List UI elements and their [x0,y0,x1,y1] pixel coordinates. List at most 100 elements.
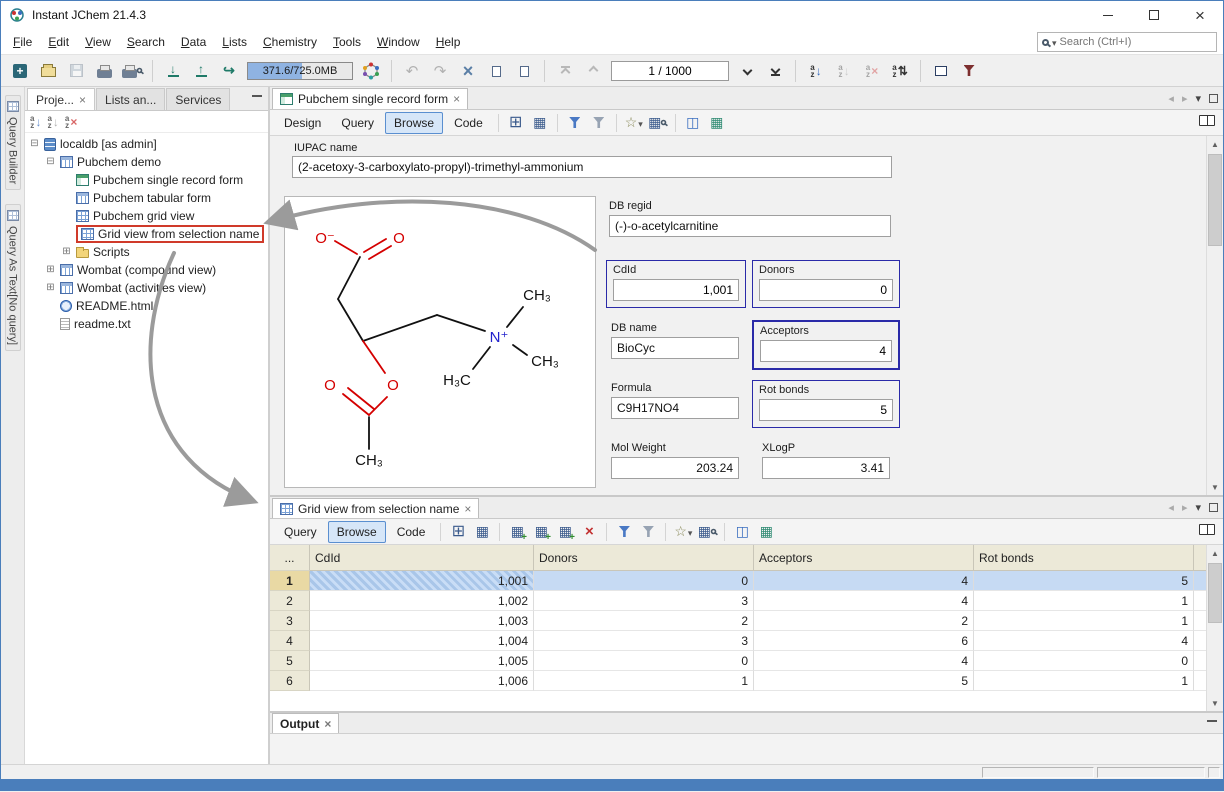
first-record-button[interactable] [552,59,578,83]
show-table-button[interactable] [529,112,551,134]
query-builder-vtab[interactable]: Query Builder [5,95,21,190]
record-position-field[interactable] [611,61,729,81]
scroll-up-icon[interactable] [1207,136,1223,152]
add-row-copy-button[interactable] [530,521,552,543]
new-view-button[interactable] [505,112,527,134]
collapse-expander-icon[interactable] [29,139,40,149]
structure-button[interactable] [358,59,384,83]
grid-cell[interactable]: 4 [754,571,974,591]
grid-cell[interactable]: 4 [754,591,974,611]
memory-indicator[interactable]: 371.6/725.0MB [247,62,353,80]
structure-field[interactable]: O⁻ O N⁺ CH₃ CH₃ H₃C O O CH₃ [284,196,596,488]
maximize-button[interactable] [1131,1,1177,29]
widgets-view-button[interactable] [706,112,728,134]
menu-tools[interactable]: Tools [325,31,369,53]
print-preview-button[interactable] [119,59,145,83]
form-scrollbar[interactable] [1206,136,1223,495]
sort-off-button[interactable] [65,115,77,129]
find-in-view-button[interactable] [696,521,718,543]
tree-item-wombat-activities-view[interactable]: Wombat (activities view) [25,279,268,297]
expand-expander-icon[interactable] [45,283,56,293]
undo-button[interactable] [399,59,425,83]
grid-cell[interactable]: 2 [754,611,974,631]
import-button[interactable] [160,59,186,83]
row-header[interactable]: 1 [270,571,310,591]
widgets-view-button[interactable] [755,521,777,543]
mode-code-button[interactable]: Code [445,112,492,134]
cdid-field[interactable] [613,279,739,301]
menu-edit[interactable]: Edit [40,31,77,53]
tree-item-grid-view-from-selection-name[interactable]: Grid view from selection name [25,225,268,243]
chevron-down-icon[interactable] [1052,35,1057,49]
resize-grip[interactable] [1208,767,1220,778]
grid-cell[interactable]: 1,002 [310,591,534,611]
menu-chemistry[interactable]: Chemistry [255,31,325,53]
scroll-tabs-right-icon[interactable] [1182,91,1188,105]
schema-sync-button[interactable] [216,59,242,83]
grid-cell[interactable]: 2 [534,611,754,631]
menu-help[interactable]: Help [428,31,469,53]
tree-item-pubchem-single-record-form[interactable]: Pubchem single record form [25,171,268,189]
scroll-down-icon[interactable] [1207,695,1223,711]
mode-query-button[interactable]: Query [332,112,383,134]
scroll-tabs-right-icon[interactable] [1182,500,1188,514]
filter-button[interactable] [956,59,982,83]
grid-cell[interactable]: 1,003 [310,611,534,631]
grid-cell[interactable]: 5 [754,671,974,691]
column-header-donors[interactable]: Donors [534,545,754,571]
db-name-field[interactable] [611,337,739,359]
table-corner-button[interactable]: ... [270,545,310,571]
search-box[interactable] [1037,32,1217,52]
show-table-button[interactable] [471,521,493,543]
add-row-button[interactable] [506,521,528,543]
tree-item-wombat-compound-view[interactable]: Wombat (compound view) [25,261,268,279]
apply-filter-button[interactable] [613,521,635,543]
row-header[interactable]: 2 [270,591,310,611]
menu-lists[interactable]: Lists [214,31,255,53]
clear-filter-button[interactable] [588,112,610,134]
mode-code-button[interactable]: Code [388,521,435,543]
add-row-special-button[interactable] [554,521,576,543]
rot-bonds-field[interactable] [759,399,893,421]
menu-search[interactable]: Search [119,31,173,53]
iupac-name-field[interactable] [292,156,892,178]
delete-row-button[interactable] [578,521,600,543]
tab-lists[interactable]: Lists an... [96,88,165,110]
next-record-button[interactable] [734,59,760,83]
tree-item-pubchem-demo[interactable]: Pubchem demo [25,153,268,171]
redo-button[interactable] [427,59,453,83]
acceptors-field[interactable] [760,340,892,362]
db-regid-field[interactable] [609,215,891,237]
close-button[interactable] [1177,1,1223,29]
xlogp-field[interactable] [762,457,890,479]
menu-file[interactable]: File [5,31,40,53]
grid-scrollbar[interactable] [1206,545,1223,711]
mol-weight-field[interactable] [611,457,739,479]
delete-button[interactable] [455,59,481,83]
mode-query-button[interactable]: Query [275,521,326,543]
grid-cell[interactable]: 3 [534,631,754,651]
scrollbar-thumb[interactable] [1208,563,1222,623]
tree-item-pubchem-tabular-form[interactable]: Pubchem tabular form [25,189,268,207]
scrollbar-thumb[interactable] [1208,154,1222,246]
print-button[interactable] [91,59,117,83]
grid-cell[interactable]: 1 [974,611,1194,631]
menu-window[interactable]: Window [369,31,428,53]
favorites-button[interactable] [672,521,694,543]
tree-item-scripts[interactable]: Scripts [25,243,268,261]
grid-cell[interactable]: 0 [974,651,1194,671]
minimize-button[interactable] [1085,1,1131,29]
tab-services[interactable]: Services [166,88,230,110]
sort-by-type-button[interactable] [47,115,58,129]
apply-filter-button[interactable] [564,112,586,134]
scroll-tabs-left-icon[interactable] [1168,500,1174,514]
open-button[interactable] [35,59,61,83]
maximize-panel-icon[interactable] [1209,503,1218,512]
row-header[interactable]: 6 [270,671,310,691]
find-in-view-button[interactable] [647,112,669,134]
close-icon[interactable] [453,92,460,106]
tab-list-icon[interactable] [1195,500,1201,514]
window-views-button[interactable] [928,59,954,83]
grid-cell[interactable]: 1,004 [310,631,534,651]
grid-cell[interactable]: 1 [974,591,1194,611]
